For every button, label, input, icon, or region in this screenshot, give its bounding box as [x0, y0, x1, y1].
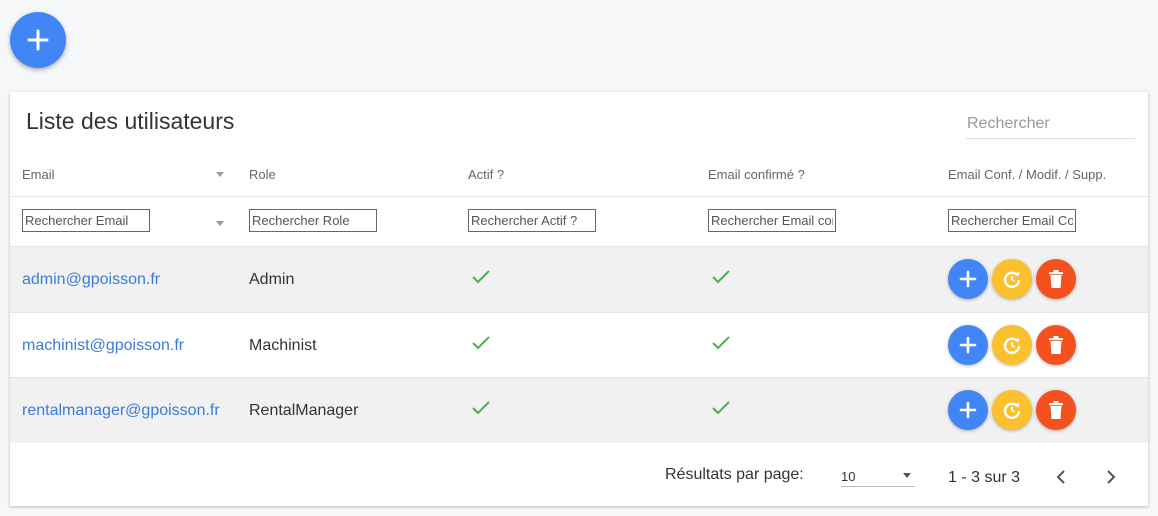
search-input[interactable] — [966, 110, 1135, 139]
rows-per-page-value: 10 — [841, 469, 856, 484]
check-icon — [472, 401, 490, 415]
refresh-icon — [1003, 337, 1021, 355]
table-row: machinist@gpoisson.fr Machinist — [10, 313, 1148, 378]
table-row: admin@gpoisson.fr Admin — [10, 247, 1148, 312]
confirm-email-button[interactable] — [948, 390, 988, 430]
user-email-link[interactable]: admin@gpoisson.fr — [22, 271, 160, 289]
delete-button[interactable] — [1036, 390, 1076, 430]
confirm-email-button[interactable] — [948, 259, 988, 299]
check-icon — [712, 336, 730, 350]
add-user-fab[interactable] — [10, 12, 66, 68]
column-header-actif[interactable]: Actif ? — [468, 167, 504, 182]
rows-per-page-select[interactable]: 10 — [841, 466, 915, 487]
next-page-button[interactable] — [1095, 462, 1125, 492]
filter-actif-input[interactable] — [468, 209, 596, 232]
filter-email-input[interactable] — [22, 209, 150, 232]
user-email-link[interactable]: rentalmanager@gpoisson.fr — [22, 402, 220, 420]
sort-arrow-icon[interactable] — [216, 172, 224, 177]
pagination-range: 1 - 3 sur 3 — [948, 469, 1021, 486]
column-header-actions: Email Conf. / Modif. / Supp. — [948, 167, 1107, 182]
column-header-email-confirmed[interactable]: Email confirmé ? — [708, 167, 805, 182]
user-role: RentalManager — [249, 402, 359, 419]
refresh-icon — [1003, 271, 1021, 289]
modify-button[interactable] — [992, 390, 1032, 430]
check-icon — [472, 336, 490, 350]
column-header-role[interactable]: Role — [249, 167, 276, 182]
trash-icon — [1049, 336, 1063, 354]
refresh-icon — [1003, 402, 1021, 420]
check-icon — [712, 401, 730, 415]
plus-icon — [27, 29, 49, 51]
chevron-left-icon — [1056, 470, 1065, 484]
chevron-down-icon[interactable] — [216, 221, 224, 226]
user-role: Admin — [249, 271, 295, 288]
column-header-email[interactable]: Email — [22, 167, 55, 182]
table-row: rentalmanager@gpoisson.fr RentalManager — [10, 378, 1148, 443]
plus-icon — [959, 401, 977, 419]
user-role: Machinist — [249, 337, 317, 354]
check-icon — [712, 270, 730, 284]
trash-icon — [1049, 401, 1063, 419]
prev-page-button[interactable] — [1047, 462, 1077, 492]
page-title: Liste des utilisateurs — [26, 108, 235, 134]
rows-per-page-label: Résultats par page: — [665, 466, 804, 483]
delete-button[interactable] — [1036, 259, 1076, 299]
check-icon — [472, 270, 490, 284]
filter-role-input[interactable] — [249, 209, 377, 232]
users-card: Liste des utilisateurs Email Role Actif … — [10, 92, 1148, 506]
plus-icon — [959, 336, 977, 354]
divider — [10, 196, 1148, 197]
user-email-link[interactable]: machinist@gpoisson.fr — [22, 337, 184, 355]
chevron-down-icon — [903, 473, 911, 478]
plus-icon — [959, 270, 977, 288]
confirm-email-button[interactable] — [948, 325, 988, 365]
modify-button[interactable] — [992, 325, 1032, 365]
filter-actions-input[interactable] — [948, 209, 1076, 232]
trash-icon — [1049, 270, 1063, 288]
filter-email-confirmed-input[interactable] — [708, 209, 836, 232]
modify-button[interactable] — [992, 259, 1032, 299]
chevron-right-icon — [1107, 470, 1116, 484]
delete-button[interactable] — [1036, 325, 1076, 365]
